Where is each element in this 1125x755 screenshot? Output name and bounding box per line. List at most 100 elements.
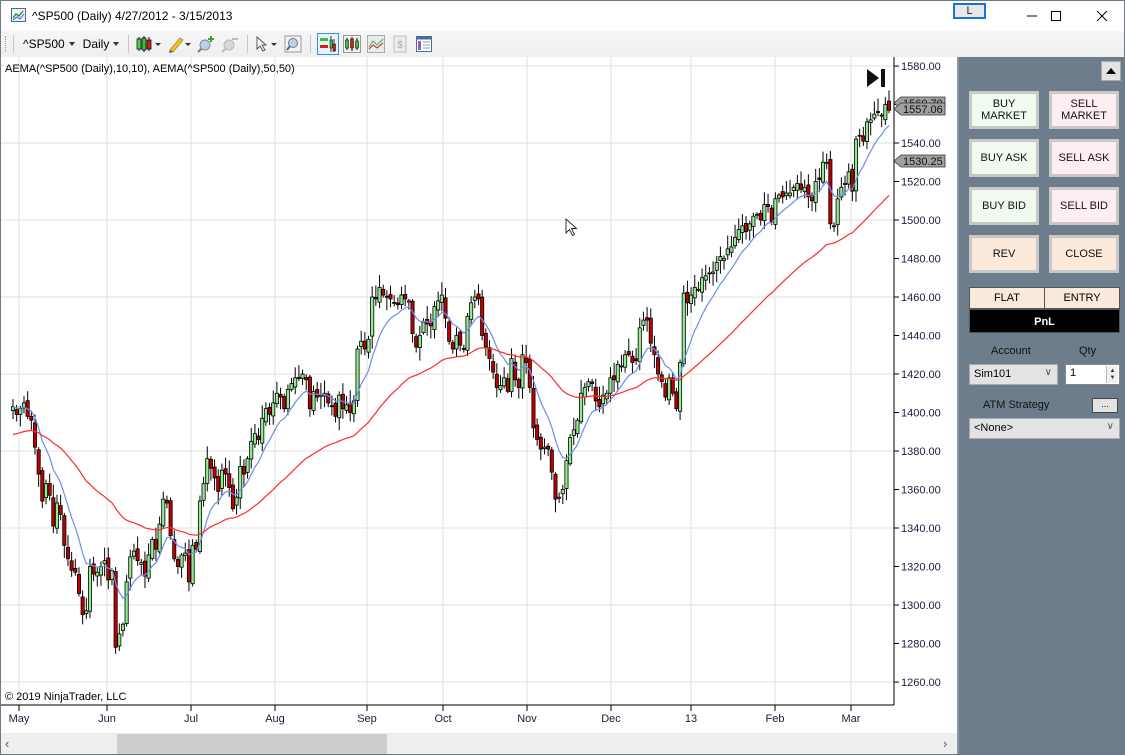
y-tick-label: 1420.00 xyxy=(901,369,941,381)
candle-body xyxy=(502,377,507,387)
chart-trader-button[interactable] xyxy=(317,33,340,55)
candle-body xyxy=(410,300,415,334)
candle-body xyxy=(120,623,125,631)
maximize-button[interactable] xyxy=(1033,1,1079,31)
chart-trader-icon xyxy=(320,36,337,52)
candle-body xyxy=(608,377,613,394)
y-tick-label: 1280.00 xyxy=(901,639,941,651)
candle-body xyxy=(278,394,283,398)
x-tick-label: Mar xyxy=(842,713,861,725)
scrollbar-thumb[interactable] xyxy=(117,734,387,754)
pointer-tool-button[interactable] xyxy=(254,33,280,55)
candle-body xyxy=(520,354,525,389)
candle-body xyxy=(454,335,459,350)
candle-body xyxy=(161,498,166,527)
chart-panel[interactable]: 1580.001560.001540.001520.001500.001480.… xyxy=(1,57,957,733)
candle-body xyxy=(546,445,551,450)
x-tick-label: Sep xyxy=(357,713,377,725)
close-position-button[interactable]: CLOSE xyxy=(1049,235,1119,273)
toolbar-separator xyxy=(13,35,14,53)
candle-body xyxy=(469,302,474,320)
interval-selector[interactable]: Daily xyxy=(79,33,124,55)
candle-body xyxy=(564,460,569,489)
candle-body xyxy=(802,186,807,193)
candle-body xyxy=(780,191,785,198)
sell-ask-button[interactable]: SELL ASK xyxy=(1049,139,1119,177)
candle-body xyxy=(179,554,184,568)
candle-body xyxy=(263,408,268,423)
candle-body xyxy=(626,351,631,356)
candle-body xyxy=(315,389,320,398)
quantity-input[interactable]: 1 ▲ ▼ xyxy=(1065,364,1120,385)
magnifier-icon xyxy=(284,35,302,53)
sell-bid-button[interactable]: SELL BID xyxy=(1049,187,1119,225)
candle-body xyxy=(377,286,382,303)
price-chart[interactable]: 1580.001560.001540.001520.001500.001480.… xyxy=(1,57,957,733)
candle-body xyxy=(282,396,287,410)
bar-type-button[interactable] xyxy=(135,33,165,55)
spin-down-icon[interactable]: ▼ xyxy=(1110,375,1116,382)
quantity-stepper[interactable]: ▲ ▼ xyxy=(1106,366,1118,383)
candle-body xyxy=(843,183,848,185)
toolbar-grip[interactable] xyxy=(5,36,8,52)
candle-body xyxy=(146,554,151,579)
indicators-button[interactable] xyxy=(341,33,363,55)
candle-body xyxy=(733,236,738,247)
instrument-selector[interactable]: ^SP500 xyxy=(19,33,79,55)
account-select[interactable]: Sim101 ∨ xyxy=(969,364,1058,385)
chevron-down-icon: ∨ xyxy=(1106,421,1114,432)
drawing-tool-button[interactable] xyxy=(167,33,193,55)
buy-market-button[interactable]: BUY MARKET xyxy=(969,91,1039,129)
link-button[interactable]: L xyxy=(953,3,986,19)
buy-ask-button[interactable]: BUY ASK xyxy=(969,139,1039,177)
strategies-button[interactable] xyxy=(365,33,387,55)
candle-body xyxy=(344,404,349,411)
horizontal-scrollbar[interactable]: ‹ › xyxy=(1,733,957,754)
candle-body xyxy=(54,502,59,529)
candle-body xyxy=(887,100,892,111)
candle-body xyxy=(304,377,309,381)
scroll-right-icon[interactable]: › xyxy=(943,736,947,751)
copyright-label: © 2019 NinjaTrader, LLC xyxy=(5,691,127,703)
candle-body xyxy=(102,560,107,565)
position-entry: ENTRY xyxy=(1045,288,1119,308)
candle-body xyxy=(487,347,492,359)
properties-button[interactable] xyxy=(413,33,435,55)
collapse-panel-button[interactable] xyxy=(1101,61,1121,81)
spin-up-icon[interactable]: ▲ xyxy=(1110,368,1116,375)
toolbar-separator xyxy=(247,35,249,53)
candle-body xyxy=(590,381,595,385)
zoom-out-button[interactable] xyxy=(219,33,241,55)
scroll-to-end-icon[interactable] xyxy=(865,67,887,89)
candle-body xyxy=(817,177,822,180)
sell-bid-label: SELL BID xyxy=(1060,200,1108,212)
candle-body xyxy=(36,449,41,475)
candle-body xyxy=(707,272,712,275)
candle-body xyxy=(98,566,103,576)
candle-body xyxy=(557,496,562,499)
data-box-button[interactable] xyxy=(282,33,304,55)
atm-strategy-select[interactable]: <None> ∨ xyxy=(969,418,1120,439)
candle-body xyxy=(575,419,580,435)
candle-body xyxy=(634,358,639,361)
scroll-left-icon[interactable]: ‹ xyxy=(5,736,9,751)
atm-strategy-more-button[interactable]: ... xyxy=(1092,398,1118,413)
y-tick-label: 1460.00 xyxy=(901,292,941,304)
candle-body xyxy=(388,294,393,300)
candle-body xyxy=(835,198,840,226)
x-tick-label: Aug xyxy=(265,713,285,725)
close-button[interactable] xyxy=(1079,1,1125,31)
reverse-button[interactable]: REV xyxy=(969,235,1039,273)
chart-toolbar: ^SP500 Daily $ xyxy=(1,31,1124,57)
zoom-in-button[interactable] xyxy=(195,33,217,55)
price-marker-label: 1530.25 xyxy=(903,156,943,168)
candle-body xyxy=(300,373,305,379)
candle-body xyxy=(740,225,745,233)
sell-market-button[interactable]: SELL MARKET xyxy=(1049,91,1119,129)
candle-body xyxy=(531,387,536,429)
candle-body xyxy=(373,296,378,300)
candle-body xyxy=(65,546,70,560)
performance-button[interactable]: $ xyxy=(389,33,411,55)
buy-bid-button[interactable]: BUY BID xyxy=(969,187,1039,225)
indicators-icon xyxy=(343,35,362,53)
